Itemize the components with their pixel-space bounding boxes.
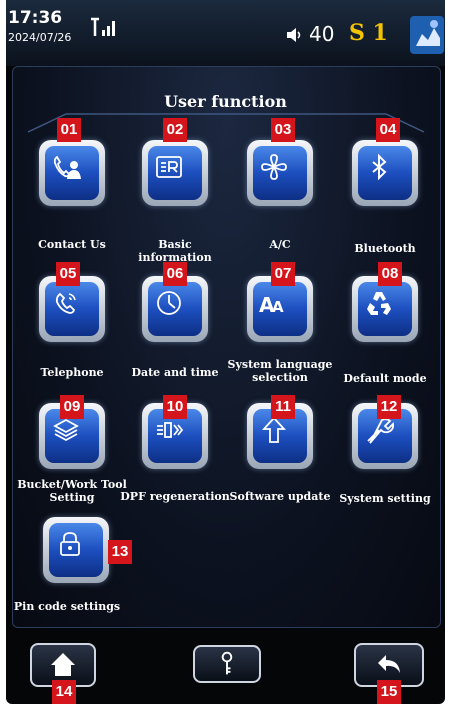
phone-icon xyxy=(55,292,76,314)
fan-icon xyxy=(261,154,287,180)
title-frame-decoration xyxy=(27,113,425,133)
page-title: User function xyxy=(164,92,287,111)
clock-icon xyxy=(157,291,181,315)
function-badge: 05 xyxy=(56,262,80,286)
contact-icon xyxy=(53,155,81,179)
function-label: Pin code settings xyxy=(13,600,121,613)
clock-date: 2024/07/26 xyxy=(8,31,72,44)
bluetooth-button[interactable] xyxy=(352,140,418,206)
function-badge: 07 xyxy=(271,262,295,286)
back-arrow-icon xyxy=(378,655,400,673)
device-screen: 17:36 2024/07/26 40 S 1 User function 01… xyxy=(0,0,451,704)
function-badge: 08 xyxy=(378,262,402,286)
svg-text:A: A xyxy=(272,298,284,316)
function-badge: 10 xyxy=(163,395,187,419)
function-label: System language selection xyxy=(227,358,333,384)
speed-mode-indicator: S 1 xyxy=(349,20,388,46)
clock-time: 17:36 xyxy=(8,8,63,28)
wrench-icon xyxy=(367,418,394,444)
function-label: Telephone xyxy=(40,366,104,379)
function-label: System setting xyxy=(339,492,431,505)
function-badge: 04 xyxy=(376,118,400,142)
speaker-icon xyxy=(287,28,301,42)
key-icon xyxy=(221,651,233,675)
function-label: A/C xyxy=(269,238,291,251)
volume-level: 40 xyxy=(309,22,335,46)
pin-code-settings-button[interactable] xyxy=(43,517,109,583)
machine-status-icon[interactable] xyxy=(410,16,444,54)
function-label: Bucket/Work Tool Setting xyxy=(17,478,127,504)
contact-us-button[interactable] xyxy=(39,140,105,206)
recycle-icon xyxy=(367,292,391,315)
function-label: Contact Us xyxy=(38,238,106,251)
basic-information-button[interactable] xyxy=(142,140,208,206)
ac-button[interactable] xyxy=(247,140,313,206)
layers-icon xyxy=(53,418,79,442)
function-label: Basic information xyxy=(138,238,212,264)
function-label: DPF regeneration xyxy=(120,490,230,503)
nav-badge: 14 xyxy=(52,680,76,704)
home-icon xyxy=(51,653,75,676)
dpf-icon xyxy=(157,422,184,438)
nav-badge: 15 xyxy=(377,680,401,704)
function-label: Date and time xyxy=(131,366,219,379)
upload-arrow-icon xyxy=(261,416,287,443)
key-button[interactable] xyxy=(193,645,261,683)
function-badge: 09 xyxy=(60,395,84,419)
function-label: Software update xyxy=(229,490,331,503)
function-badge: 02 xyxy=(163,118,187,142)
function-badge: 01 xyxy=(57,118,81,142)
function-badge: 11 xyxy=(271,395,295,419)
function-badge: 06 xyxy=(163,262,187,286)
language-icon: A A xyxy=(259,293,284,317)
function-badge: 13 xyxy=(108,540,132,564)
lock-icon xyxy=(60,532,80,556)
function-label: Bluetooth xyxy=(354,242,416,255)
bluetooth-icon xyxy=(372,153,387,181)
id-card-icon xyxy=(156,156,182,178)
function-badge: 12 xyxy=(377,395,401,419)
function-label: Default mode xyxy=(343,372,427,385)
signal-icon xyxy=(91,17,115,36)
function-badge: 03 xyxy=(271,118,295,142)
